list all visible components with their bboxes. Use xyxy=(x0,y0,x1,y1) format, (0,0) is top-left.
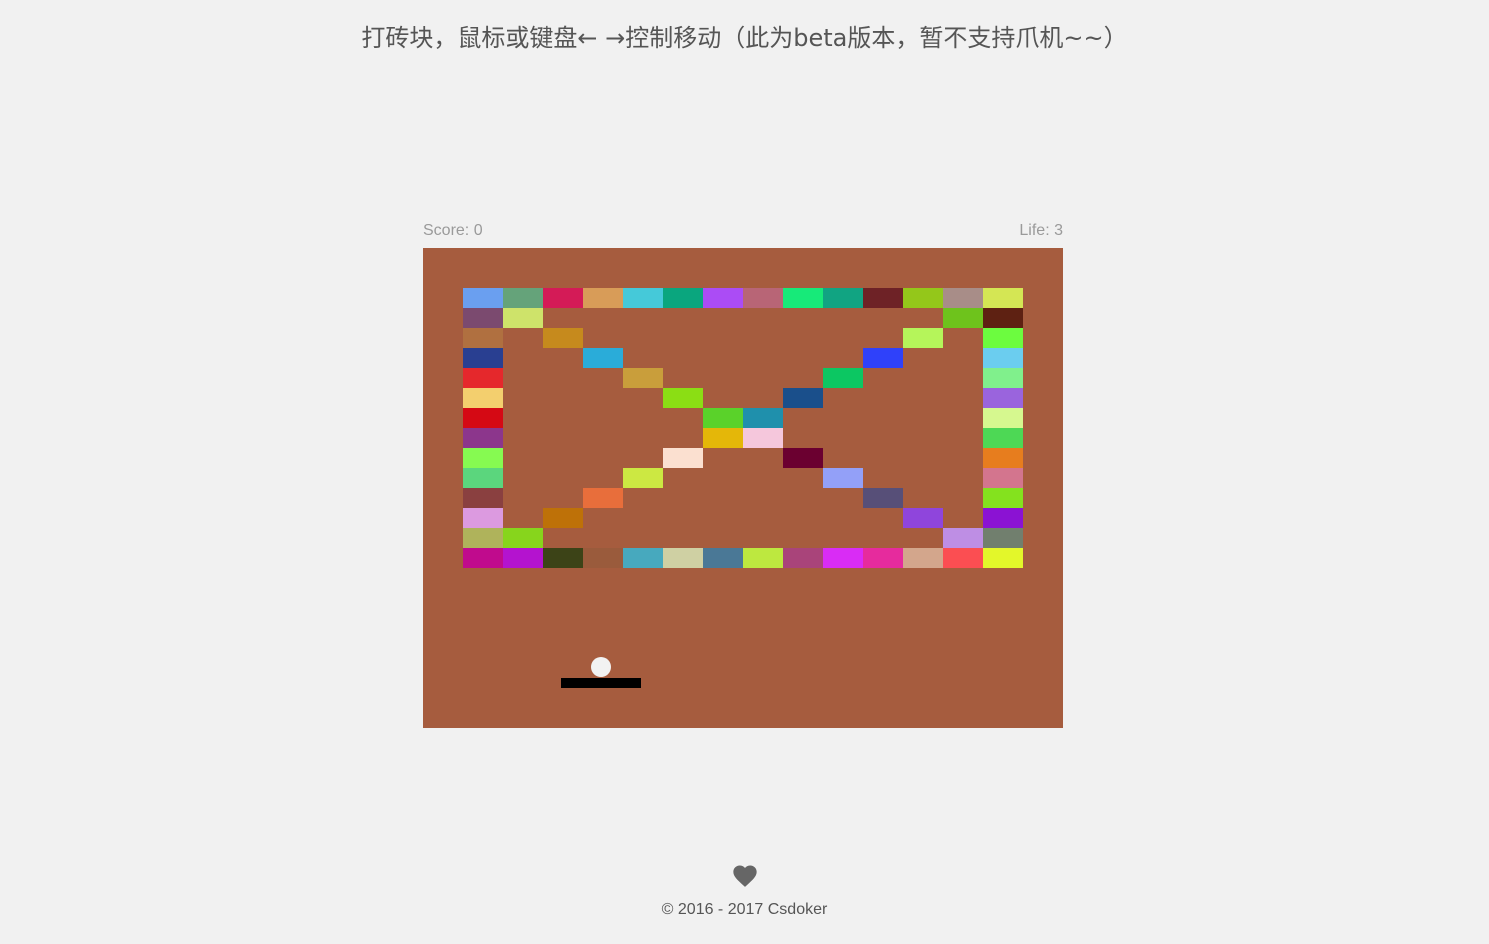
brick xyxy=(463,408,503,428)
brick xyxy=(823,368,863,388)
brick xyxy=(983,548,1023,568)
brick xyxy=(623,368,663,388)
brick xyxy=(703,408,743,428)
brick xyxy=(943,288,983,308)
brick xyxy=(983,368,1023,388)
brick xyxy=(583,288,623,308)
heart-icon xyxy=(731,862,759,890)
brick xyxy=(463,328,503,348)
brick xyxy=(503,308,543,328)
brick xyxy=(463,448,503,468)
brick xyxy=(983,528,1023,548)
brick xyxy=(623,468,663,488)
score-label: Score: 0 xyxy=(423,222,483,239)
brick xyxy=(943,308,983,328)
brick xyxy=(983,308,1023,328)
paddle[interactable] xyxy=(561,678,641,688)
brick xyxy=(783,448,823,468)
brick xyxy=(743,288,783,308)
brick xyxy=(983,328,1023,348)
brick xyxy=(743,548,783,568)
brick xyxy=(863,488,903,508)
brick xyxy=(863,348,903,368)
brick xyxy=(663,388,703,408)
brick xyxy=(703,548,743,568)
footer: © 2016 - 2017 Csdoker xyxy=(0,862,1489,919)
hud: Score: 0 Life: 3 xyxy=(423,222,1063,242)
brick xyxy=(783,548,823,568)
brick xyxy=(583,548,623,568)
brick xyxy=(503,548,543,568)
brick xyxy=(663,448,703,468)
brick xyxy=(583,348,623,368)
brick xyxy=(463,508,503,528)
brick xyxy=(463,548,503,568)
brick xyxy=(663,288,703,308)
brick xyxy=(863,548,903,568)
brick xyxy=(823,288,863,308)
brick xyxy=(583,488,623,508)
brick xyxy=(463,388,503,408)
copyright-text: © 2016 - 2017 Csdoker xyxy=(661,901,828,918)
brick xyxy=(623,548,663,568)
brick xyxy=(983,508,1023,528)
brick xyxy=(983,468,1023,488)
brick xyxy=(983,488,1023,508)
brick xyxy=(903,508,943,528)
life-label: Life: 3 xyxy=(1019,222,1063,239)
brick xyxy=(943,528,983,548)
brick xyxy=(463,528,503,548)
brick xyxy=(463,428,503,448)
brick xyxy=(823,548,863,568)
brick xyxy=(463,368,503,388)
brick xyxy=(983,448,1023,468)
brick xyxy=(543,548,583,568)
brick xyxy=(943,548,983,568)
brick xyxy=(663,548,703,568)
brick xyxy=(463,468,503,488)
brick xyxy=(983,408,1023,428)
page-title: 打砖块，鼠标或键盘← →控制移动（此为beta版本，暂不支持爪机~~） xyxy=(361,24,1128,52)
brick xyxy=(703,288,743,308)
brick xyxy=(543,508,583,528)
brick xyxy=(463,288,503,308)
brick xyxy=(903,548,943,568)
game-board[interactable] xyxy=(423,248,1063,728)
brick xyxy=(543,288,583,308)
brick xyxy=(983,348,1023,368)
brick xyxy=(823,468,863,488)
page: 打砖块，鼠标或键盘← →控制移动（此为beta版本，暂不支持爪机~~） Scor… xyxy=(0,0,1489,944)
brick xyxy=(863,288,903,308)
brick xyxy=(903,328,943,348)
brick xyxy=(903,288,943,308)
brick xyxy=(743,428,783,448)
brick xyxy=(783,388,823,408)
brick xyxy=(463,308,503,328)
brick xyxy=(703,428,743,448)
brick xyxy=(623,288,663,308)
brick xyxy=(783,288,823,308)
brick xyxy=(463,348,503,368)
brick xyxy=(983,428,1023,448)
brick xyxy=(503,528,543,548)
ball xyxy=(591,657,611,677)
brick xyxy=(983,288,1023,308)
brick xyxy=(983,388,1023,408)
brick xyxy=(463,488,503,508)
brick xyxy=(503,288,543,308)
brick xyxy=(543,328,583,348)
brick xyxy=(743,408,783,428)
